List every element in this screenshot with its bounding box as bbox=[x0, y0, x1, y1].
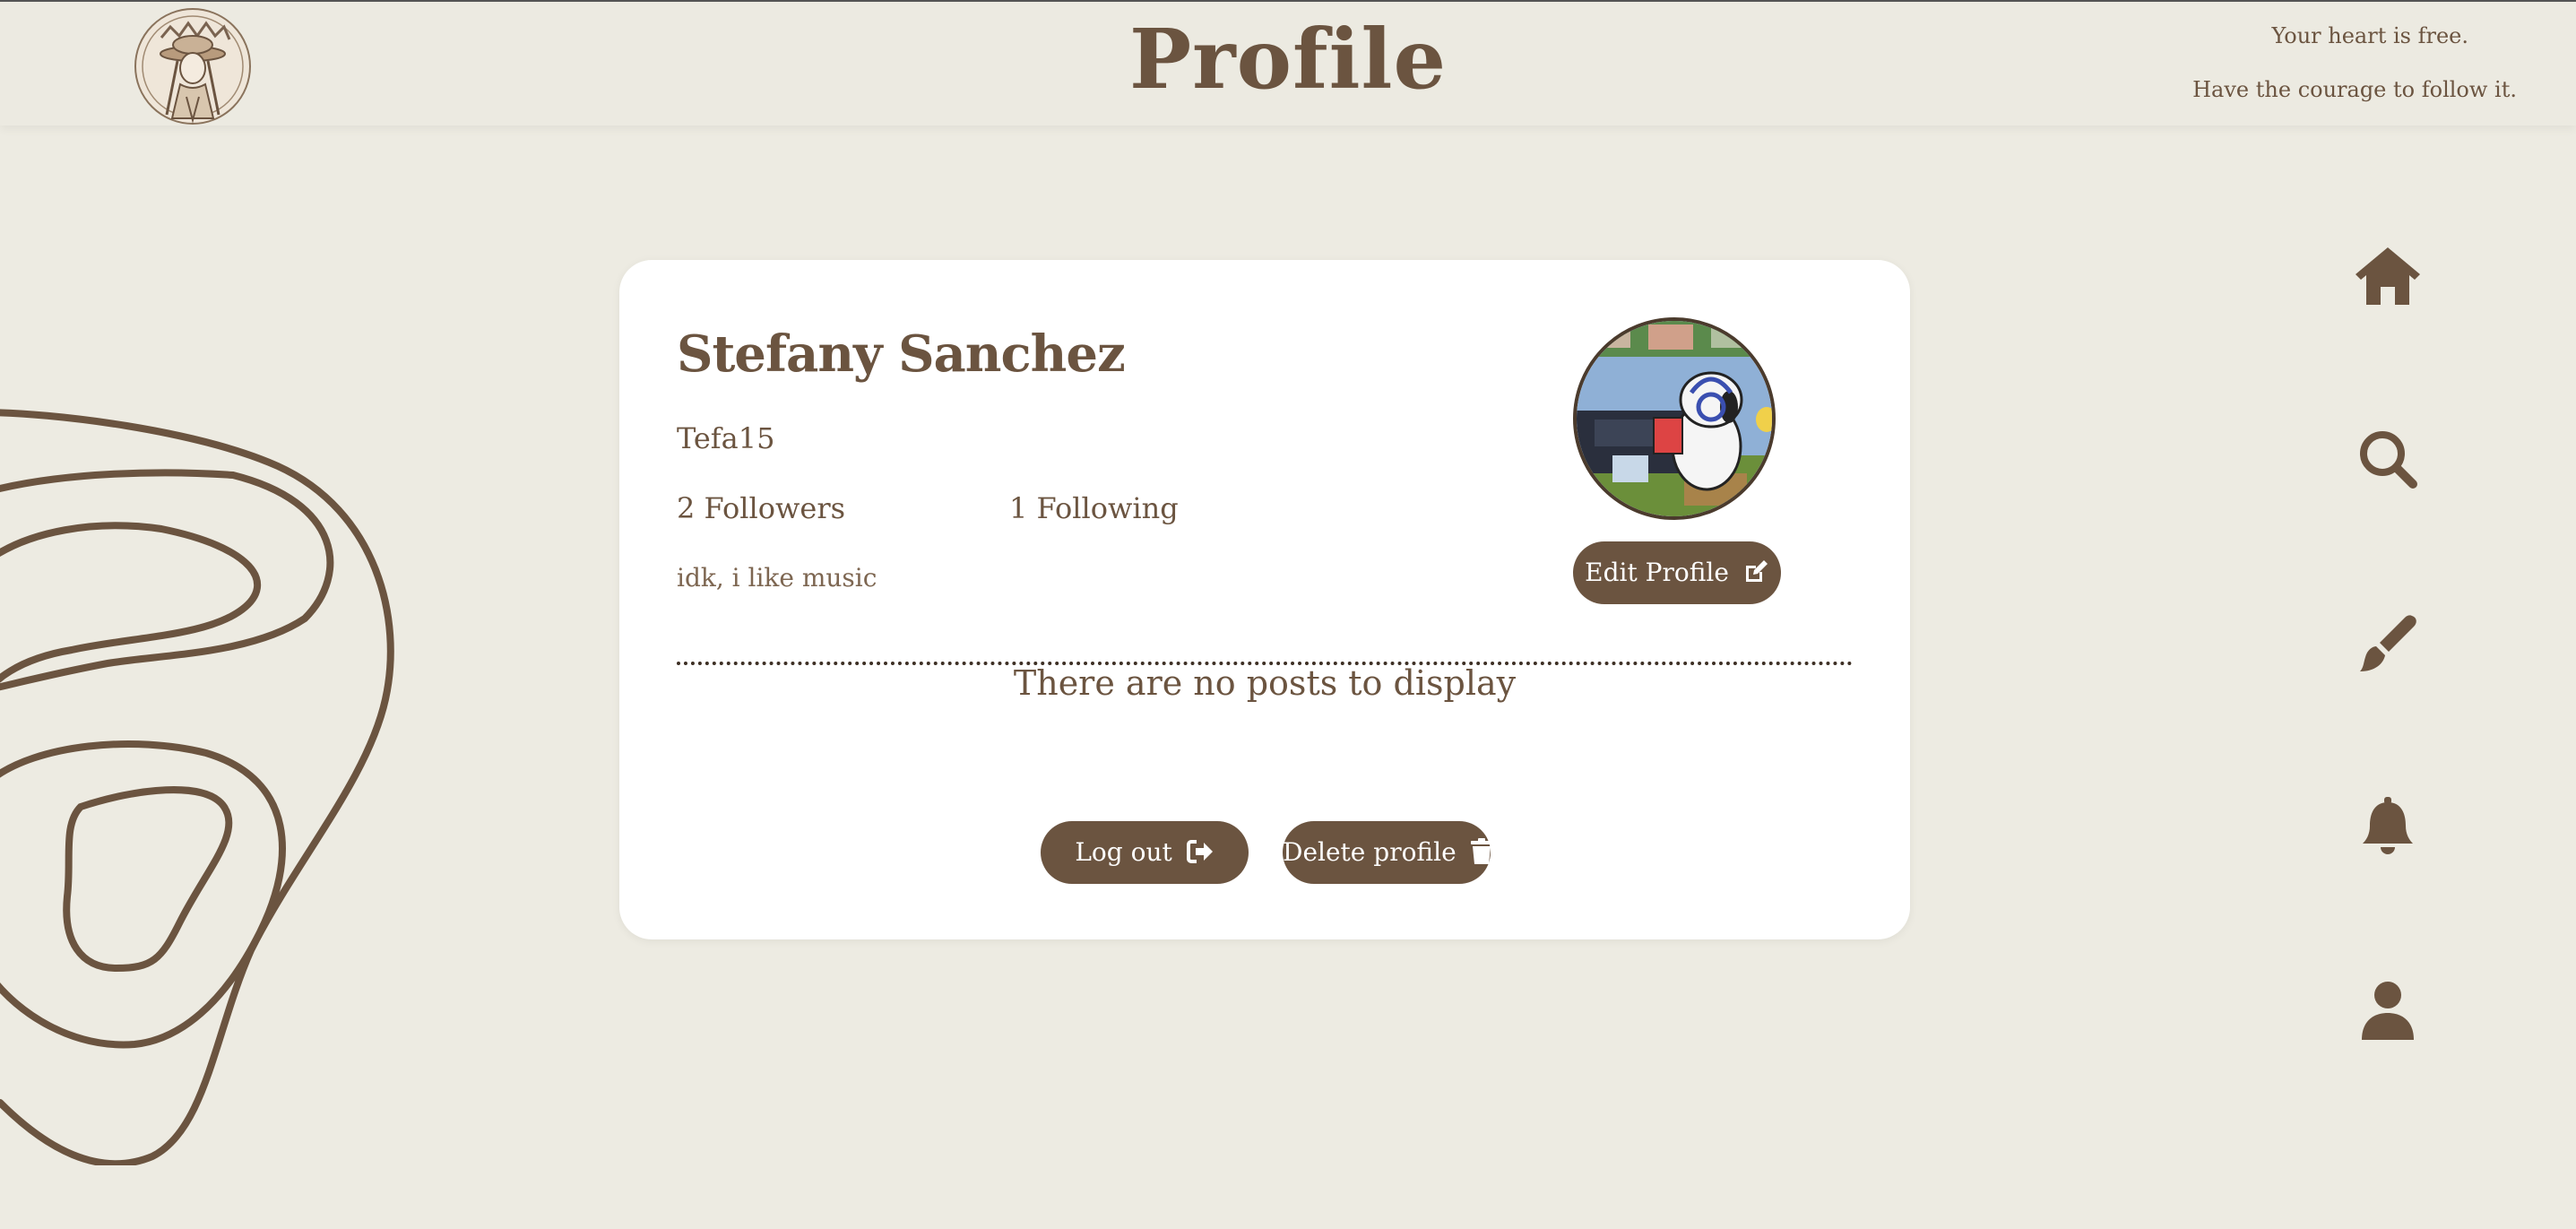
edit-icon bbox=[1745, 559, 1768, 582]
profile-card: Stefany Sanchez Tefa15 2 Followers 1 Fol… bbox=[619, 260, 1910, 939]
search-icon bbox=[2360, 431, 2417, 489]
nav-home[interactable] bbox=[2343, 231, 2433, 321]
profile-name: Stefany Sanchez bbox=[677, 325, 1126, 384]
edit-profile-button[interactable]: Edit Profile bbox=[1573, 541, 1781, 604]
followers-count[interactable]: 2 Followers bbox=[677, 491, 845, 525]
logout-label: Log out bbox=[1075, 837, 1172, 867]
bell-icon bbox=[2363, 797, 2413, 854]
delete-profile-label: Delete profile bbox=[1283, 837, 1457, 867]
profile-username: Tefa15 bbox=[677, 421, 775, 455]
nav-notifications[interactable] bbox=[2343, 782, 2433, 871]
edit-profile-label: Edit Profile bbox=[1585, 558, 1729, 587]
header: Profile Your heart is free. Have the cou… bbox=[0, 2, 2576, 125]
nav-profile[interactable] bbox=[2343, 966, 2433, 1056]
no-posts-message: There are no posts to display bbox=[1013, 663, 1517, 703]
delete-profile-button[interactable]: Delete profile bbox=[1283, 821, 1492, 884]
decorative-swirl bbox=[0, 409, 394, 1165]
user-icon bbox=[2362, 982, 2414, 1040]
logout-icon bbox=[1186, 839, 1213, 863]
trash-icon bbox=[1470, 837, 1492, 864]
brush-icon bbox=[2360, 615, 2416, 671]
quote-line-2: Have the courage to follow it. bbox=[2192, 77, 2517, 102]
logout-button[interactable]: Log out bbox=[1041, 821, 1249, 884]
nav-create[interactable] bbox=[2343, 599, 2433, 688]
home-icon bbox=[2356, 247, 2420, 305]
following-count[interactable]: 1 Following bbox=[1009, 491, 1179, 525]
avatar bbox=[1573, 317, 1776, 520]
quote-line-1: Your heart is free. bbox=[2271, 23, 2469, 48]
profile-bio: idk, i like music bbox=[677, 563, 877, 593]
nav-search[interactable] bbox=[2343, 414, 2433, 504]
